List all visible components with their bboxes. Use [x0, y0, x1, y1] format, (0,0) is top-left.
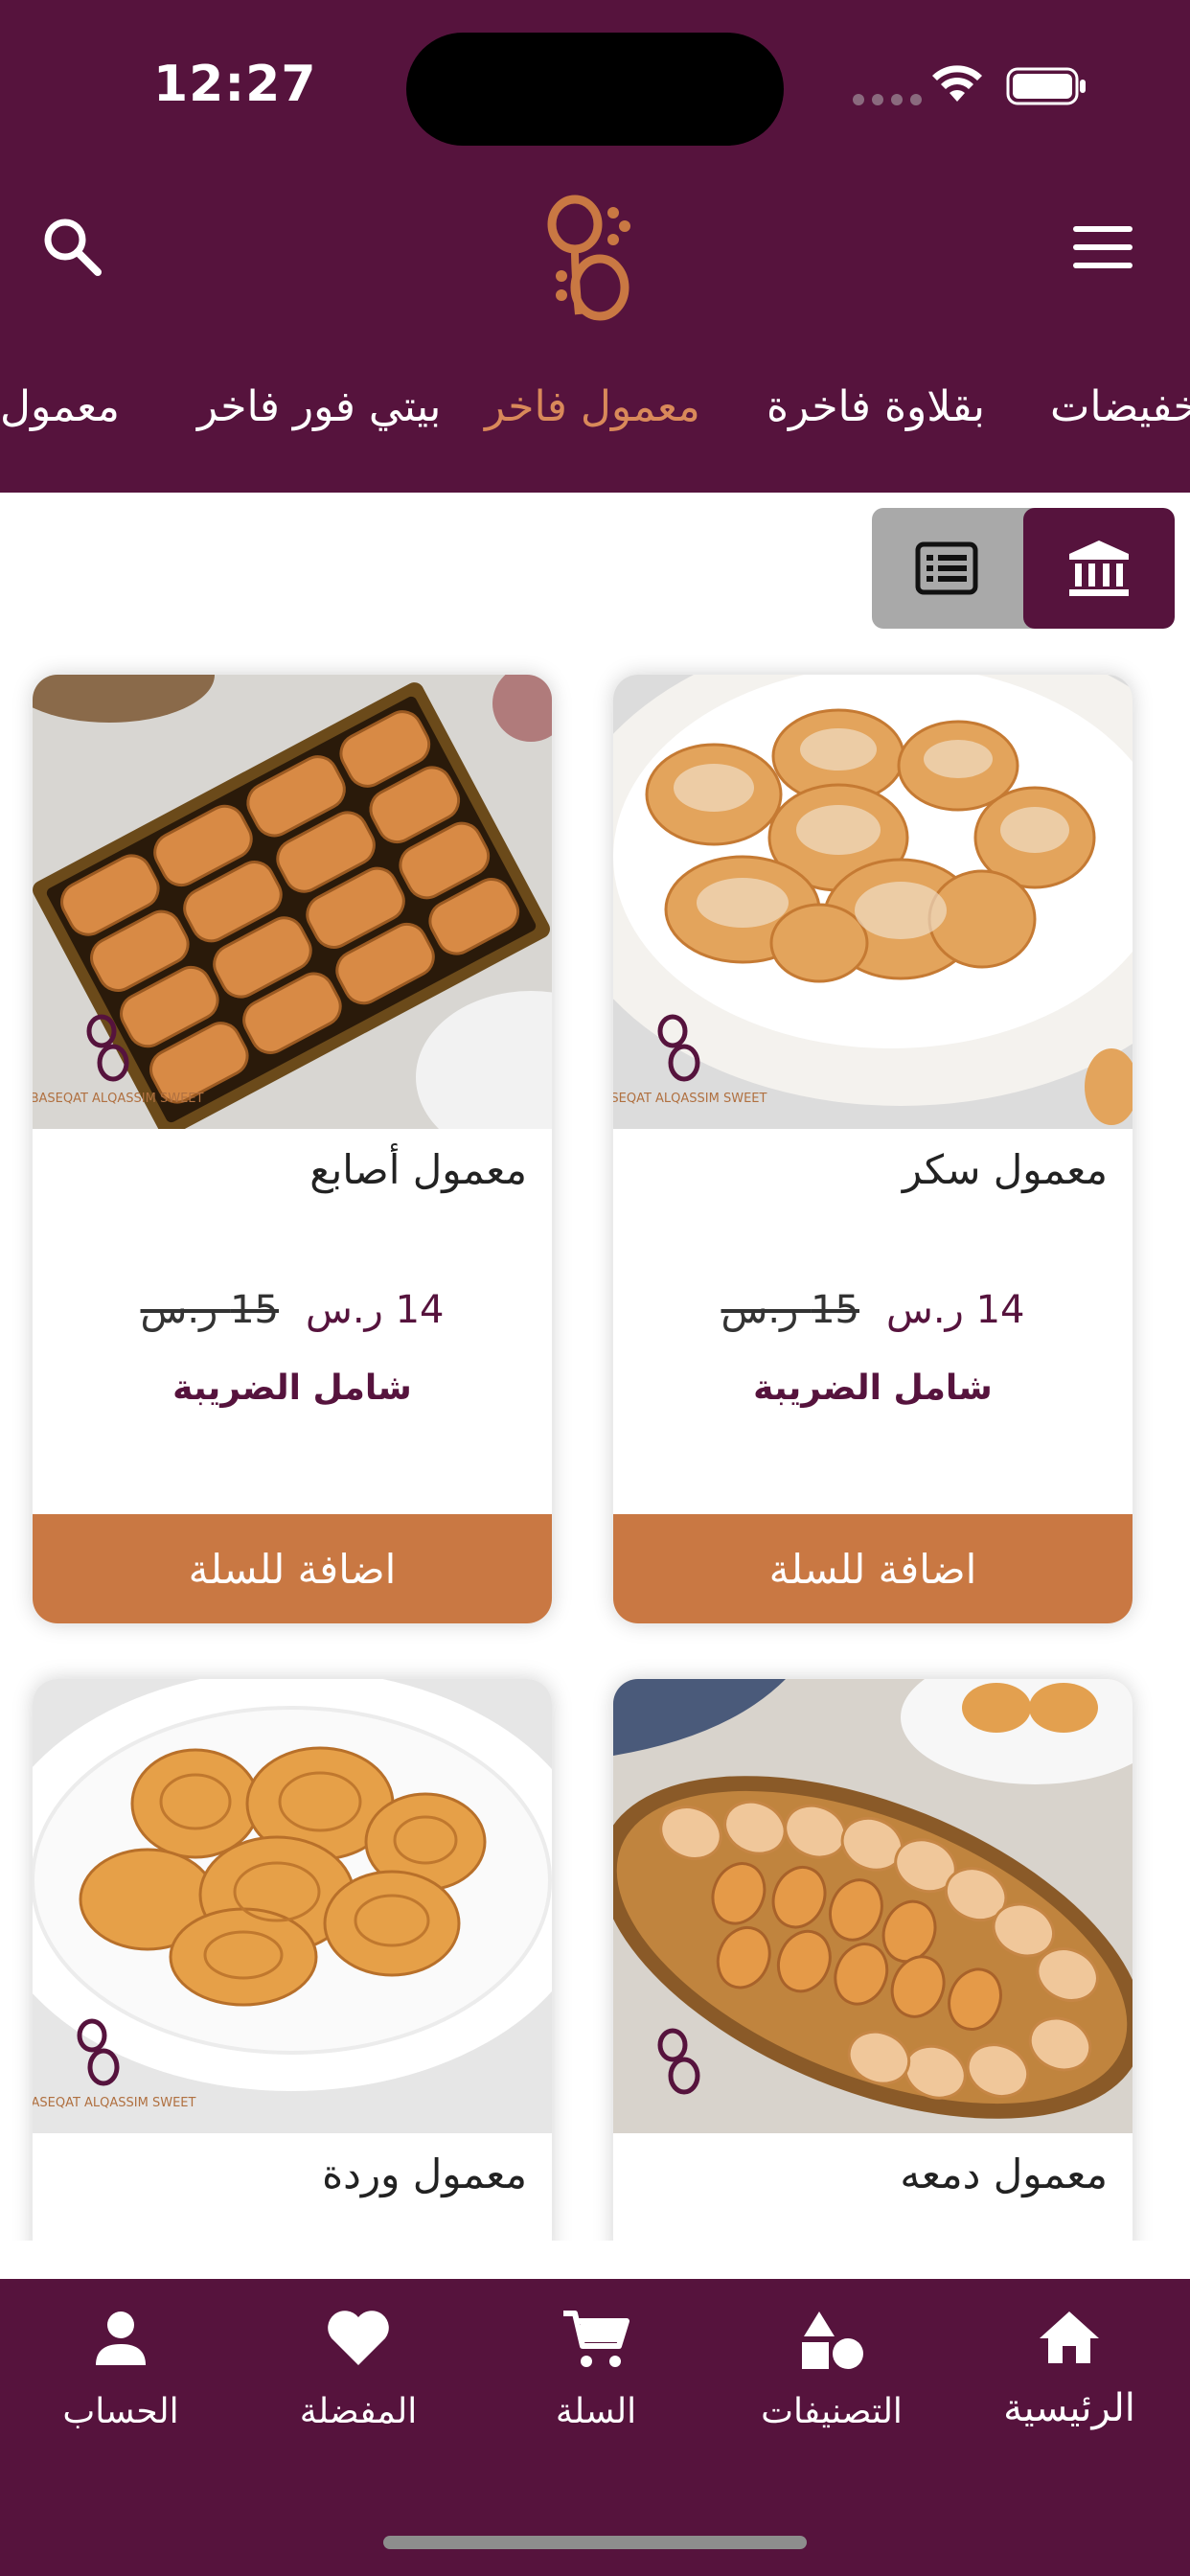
add-to-cart-button[interactable]: اضافة للسلة [613, 1514, 1133, 1623]
category-tab-active[interactable]: معمول فاخر [485, 364, 700, 450]
wifi-icon [932, 65, 982, 102]
product-image[interactable]: BASEQAT ALQASSIM SWEET [33, 1679, 552, 2133]
tab-account[interactable]: الحساب [15, 2279, 226, 2490]
tab-favorites[interactable]: المفضلة [253, 2279, 464, 2490]
product-name: معمول سكر [902, 1146, 1108, 1193]
brand-logo[interactable] [537, 188, 642, 322]
tax-note: شامل الضريبة [753, 1368, 993, 1408]
app-header: 12:27 معمول بيتي فور فاخر معمول فاخر بقل… [0, 0, 1190, 493]
product-name: معمول أصابع [309, 1146, 527, 1193]
view-toggle [872, 508, 1175, 629]
categories-icon [802, 2312, 863, 2369]
product-image[interactable]: BASEQAT ALQASSIM SWEET [613, 675, 1133, 1129]
product-price: 14 ر.س [886, 1288, 1025, 1332]
grid-view-icon [1069, 540, 1129, 596]
list-view-icon [915, 541, 978, 595]
list-view-button[interactable] [872, 508, 1021, 629]
battery-icon [1006, 67, 1086, 105]
product-card[interactable]: BASEQAT ALQASSIM SWEET معمول وردة [33, 1679, 552, 2273]
svg-text:BASEQAT ALQASSIM SWEET: BASEQAT ALQASSIM SWEET [33, 2096, 196, 2110]
tab-label: السلة [555, 2392, 637, 2431]
tab-label: التصنيفات [761, 2392, 903, 2431]
category-tab[interactable]: بيتي فور فاخر [197, 364, 441, 450]
hamburger-menu-icon[interactable] [1069, 218, 1138, 276]
dynamic-island [406, 33, 784, 146]
product-name: معمول وردة [322, 2150, 527, 2197]
product-card[interactable]: BASEQAT ALQASSIM SWEET معمول سكر 14 ر.س … [613, 675, 1133, 1623]
search-icon[interactable] [38, 213, 105, 280]
signal-icon [853, 94, 922, 105]
product-image[interactable] [613, 1679, 1133, 2133]
home-indicator [383, 2536, 807, 2549]
product-card[interactable]: معمول دمعه [613, 1679, 1133, 2273]
tab-cart[interactable]: السلة [491, 2279, 701, 2490]
price-row: 14 ر.س 15 ر.س [613, 1288, 1133, 1332]
tab-label: الحساب [62, 2392, 179, 2431]
person-icon [96, 2312, 146, 2365]
tab-home[interactable]: الرئيسية [964, 2279, 1175, 2490]
status-time: 12:27 [153, 56, 317, 113]
category-nav: معمول بيتي فور فاخر معمول فاخر بقلاوة فا… [0, 364, 1190, 450]
bottom-tab-bar: الرئيسية التصنيفات السلة المفضلة الحساب [0, 2279, 1190, 2576]
product-price: 14 ر.س [306, 1288, 445, 1332]
price-row: 14 ر.س 15 ر.س [33, 1288, 552, 1332]
product-name: معمول دمعه [900, 2150, 1108, 2197]
scroll-edge [0, 2241, 1190, 2279]
grid-view-button[interactable] [1023, 508, 1175, 629]
product-old-price: 15 ر.س [721, 1288, 859, 1332]
category-tab[interactable]: تخفيضات [1050, 364, 1190, 450]
product-card[interactable]: BASEQAT ALQASSIM SWEET معمول أصابع 14 ر.… [33, 675, 552, 1623]
svg-text:BASEQAT ALQASSIM SWEET: BASEQAT ALQASSIM SWEET [33, 1092, 204, 1106]
product-old-price: 15 ر.س [140, 1288, 279, 1332]
add-to-cart-button[interactable]: اضافة للسلة [33, 1514, 552, 1623]
category-tab[interactable]: بقلاوة فاخرة [767, 364, 985, 450]
heart-icon [328, 2311, 389, 2365]
tab-label: المفضلة [299, 2392, 418, 2431]
product-image[interactable]: BASEQAT ALQASSIM SWEET [33, 675, 552, 1129]
tab-categories[interactable]: التصنيفات [726, 2279, 937, 2490]
home-icon [1040, 2312, 1099, 2363]
tab-label: الرئيسية [1003, 2386, 1135, 2430]
tax-note: شامل الضريبة [172, 1368, 412, 1408]
svg-text:BASEQAT ALQASSIM SWEET: BASEQAT ALQASSIM SWEET [613, 1092, 767, 1106]
category-tab[interactable]: معمول [0, 364, 120, 450]
cart-icon [563, 2311, 629, 2367]
